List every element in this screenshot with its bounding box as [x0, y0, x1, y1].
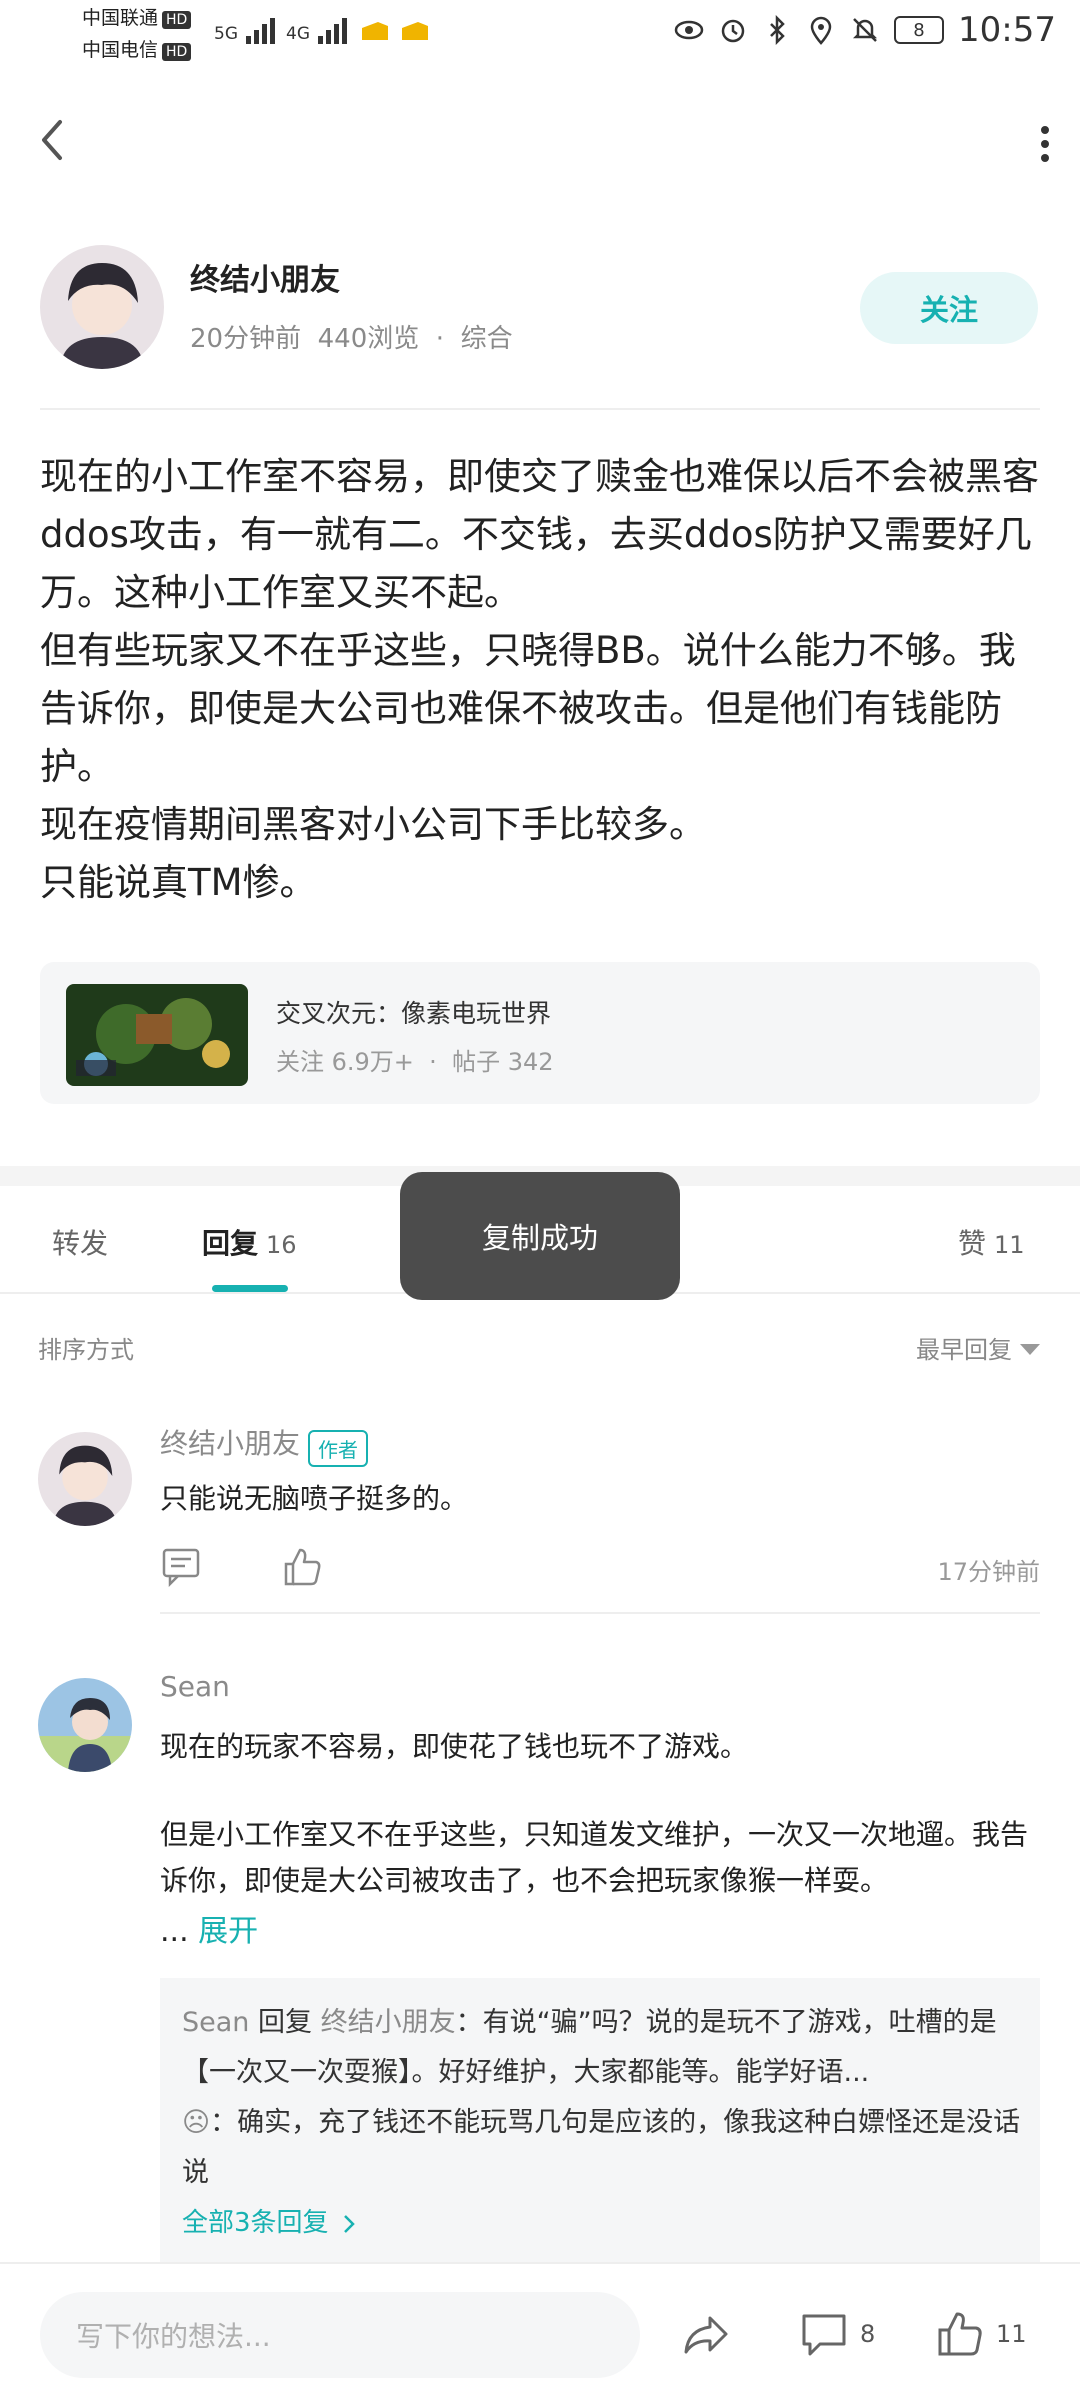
- comment-author[interactable]: Sean: [160, 1670, 230, 1703]
- hd-badge-1: HD: [162, 11, 192, 29]
- network-4g-label: 4G: [286, 24, 310, 44]
- comment-header: 终结小朋友 作者: [160, 1422, 369, 1467]
- game-followers: 关注 6.9万+: [276, 1048, 414, 1076]
- eye-icon: [674, 20, 704, 40]
- signal-bars-icon: [318, 18, 347, 44]
- avatar-image: [40, 245, 164, 369]
- like-thumb-icon: [938, 2312, 982, 2356]
- share-icon[interactable]: [680, 2308, 732, 2360]
- comment-avatar[interactable]: [38, 1432, 132, 1526]
- sub-reply: Sean 回复 终结小朋友：有说“骗”吗？说的是玩不了游戏，吐槽的是【一次又一次…: [182, 1998, 1022, 2098]
- header-divider: [40, 408, 1040, 410]
- sub-reply: ☹：确实，充了钱还不能玩骂几句是应该的，像我这种白嫖怪还是没话说: [182, 2098, 1022, 2198]
- post-paragraph: 只能说真TM惨。: [40, 861, 317, 904]
- game-title: 交叉次元：像素电玩世界: [276, 999, 552, 1028]
- comment-text: 现在的玩家不容易，即使花了钱也玩不了游戏。: [160, 1730, 749, 1763]
- post-paragraph: 但有些玩家又不在乎这些，只晓得BB。说什么能力不够。我告诉你，即使是大公司也难保…: [40, 629, 1016, 788]
- bluetooth-icon: [770, 15, 785, 45]
- comment-time: 17分钟前: [937, 1558, 1040, 1586]
- tab-like[interactable]: 赞 11: [958, 1222, 1025, 1262]
- carrier-2-label: 中国电信: [82, 39, 159, 61]
- back-arrow-icon[interactable]: [28, 110, 78, 170]
- status-bar: 中国联通 HD 中国电信 HD 5G 4G 8 10:57: [0, 0, 1080, 70]
- more-options-icon[interactable]: [1030, 120, 1060, 170]
- post-category[interactable]: 综合: [461, 324, 513, 354]
- carrier-2: 中国电信 HD: [82, 38, 192, 62]
- like-count: 11: [996, 2320, 1027, 2348]
- post-body: 现在的小工作室不容易，即使交了赎金也难保以后不会被黑客ddos攻击，有一就有二。…: [40, 448, 1050, 912]
- game-stats: 关注 6.9万+ · 帖子 342: [276, 1042, 554, 1077]
- carrier-1-label: 中国联通: [82, 7, 159, 29]
- comment-author[interactable]: 终结小朋友: [160, 1427, 300, 1460]
- expand-row: ... 展开: [160, 1906, 258, 1950]
- sub-reply-target[interactable]: 终结小朋友: [321, 2007, 456, 2038]
- tab-like-count: 11: [994, 1231, 1025, 1259]
- game-stats-dot: ·: [429, 1048, 437, 1076]
- toast-message: 复制成功: [400, 1172, 680, 1300]
- comment-text: 但是小工作室又不在乎这些，只知道发文维护，一次又一次地遛。我告诉你，即使是大公司…: [160, 1818, 1029, 1897]
- post-meta: 20分钟前 440浏览 · 综合: [190, 318, 513, 355]
- comment-text: 只能说无脑喷子挺多的。: [160, 1482, 469, 1515]
- hd-badge-2: HD: [162, 43, 192, 61]
- location-icon: [810, 16, 832, 45]
- wifi-hotspot-icon: [362, 22, 388, 40]
- sub-reply-author[interactable]: ☹: [182, 2107, 210, 2138]
- expand-link[interactable]: 展开: [198, 1914, 258, 1949]
- wifi-hotspot-icon: [402, 22, 428, 40]
- comment-avatar[interactable]: [38, 1678, 132, 1772]
- post-paragraph: 现在疫情期间黑客对小公司下手比较多。: [40, 803, 706, 846]
- carrier-1: 中国联通 HD: [82, 6, 192, 30]
- tab-reply[interactable]: 回复 16: [202, 1222, 297, 1262]
- ellipsis: ...: [160, 1914, 189, 1949]
- tab-reply-label: 回复: [202, 1227, 259, 1260]
- game-posts: 帖子 342: [452, 1048, 554, 1076]
- tab-active-indicator: [212, 1285, 288, 1292]
- caret-down-icon: [1020, 1344, 1040, 1355]
- like-count-button[interactable]: 11: [934, 2308, 1027, 2360]
- signal-group: 5G 4G: [214, 14, 432, 44]
- author-name[interactable]: 终结小朋友: [190, 255, 340, 299]
- sort-value: 最早回复: [916, 1336, 1012, 1364]
- follow-button[interactable]: 关注: [860, 272, 1038, 344]
- signal-bars-icon: [246, 18, 275, 44]
- sort-label: 排序方式: [38, 1336, 134, 1364]
- meta-dot: ·: [435, 324, 445, 354]
- author-avatar[interactable]: [40, 245, 164, 369]
- comment-divider: [160, 1612, 1040, 1614]
- game-thumbnail: [66, 984, 248, 1086]
- comment-input[interactable]: 写下你的想法...: [40, 2292, 640, 2378]
- status-time: 10:57: [958, 10, 1056, 50]
- reply-comment-icon[interactable]: [160, 1544, 204, 1588]
- comment-count: 8: [860, 2320, 876, 2348]
- all-replies-label: 全部3条回复: [182, 2208, 329, 2238]
- mute-bell-icon: [852, 18, 878, 42]
- game-thumbnail-image: [66, 984, 248, 1086]
- avatar-image: [38, 1678, 132, 1772]
- author-badge: 作者: [308, 1430, 369, 1467]
- sub-reply-author[interactable]: Sean: [182, 2007, 249, 2038]
- sub-reply-text: ：确实，充了钱还不能玩骂几句是应该的，像我这种白嫖怪还是没话说: [182, 2107, 1021, 2188]
- network-5g-label: 5G: [214, 24, 238, 44]
- tab-reply-count: 16: [266, 1231, 297, 1259]
- comment-icon: [802, 2314, 846, 2356]
- sub-replies-box: Sean 回复 终结小朋友：有说“骗”吗？说的是玩不了游戏，吐槽的是【一次又一次…: [160, 1978, 1040, 2268]
- tab-like-label: 赞: [958, 1227, 987, 1260]
- avatar-image: [38, 1432, 132, 1526]
- game-card[interactable]: 交叉次元：像素电玩世界 关注 6.9万+ · 帖子 342: [40, 962, 1040, 1104]
- sort-dropdown[interactable]: 最早回复: [916, 1330, 1040, 1365]
- bottom-bar: 写下你的想法... 8 11: [0, 2264, 1080, 2400]
- tab-repost[interactable]: 转发: [52, 1222, 108, 1262]
- sub-reply-verb: 回复: [258, 2007, 313, 2038]
- status-right: 8 10:57: [674, 10, 1056, 50]
- alarm-icon: [721, 19, 745, 43]
- like-thumb-icon[interactable]: [280, 1544, 324, 1588]
- battery-indicator: 8: [894, 16, 945, 44]
- all-replies-link[interactable]: 全部3条回复: [182, 2202, 357, 2239]
- post-views: 440浏览: [317, 324, 420, 354]
- chevron-right-icon: [343, 2214, 355, 2233]
- post-time: 20分钟前: [190, 324, 302, 354]
- comment-count-button[interactable]: 8: [798, 2308, 875, 2360]
- post-paragraph: 现在的小工作室不容易，即使交了赎金也难保以后不会被黑客ddos攻击，有一就有二。…: [40, 455, 1039, 614]
